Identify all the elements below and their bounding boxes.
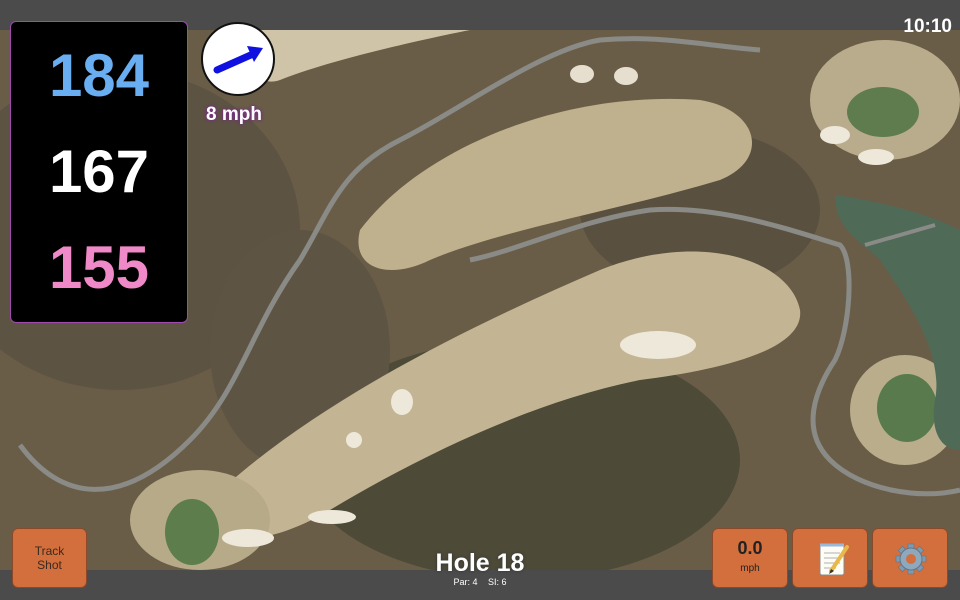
center-distance: 167 xyxy=(48,138,150,205)
track-shot-label: Track Shot xyxy=(34,544,65,572)
track-shot-button[interactable]: Track Shot xyxy=(12,528,87,588)
distance-panel: 184 167 155 xyxy=(10,21,188,323)
hole-stroke-index: SI: 6 xyxy=(488,577,507,587)
back-distance: 184 xyxy=(48,42,150,109)
speed-value: 0.0 xyxy=(737,538,763,558)
speed-button[interactable]: 0.0 mph xyxy=(712,528,788,588)
hole-info: Par: 4 SI: 6 xyxy=(380,577,580,587)
hole-title: Hole 18 xyxy=(435,549,525,577)
wind-arrow-icon xyxy=(213,46,263,74)
front-distance: 155 xyxy=(48,234,150,301)
hole-par: Par: 4 xyxy=(453,577,478,587)
notes-button[interactable] xyxy=(792,528,868,588)
clock: 10:10 xyxy=(903,16,952,37)
notepad-icon xyxy=(819,543,849,576)
speed-unit: mph xyxy=(740,563,760,574)
wind-speed: 8 mph xyxy=(206,104,262,125)
settings-button[interactable] xyxy=(872,528,948,588)
wind-direction-indicator xyxy=(201,22,275,96)
gear-icon xyxy=(895,543,927,575)
